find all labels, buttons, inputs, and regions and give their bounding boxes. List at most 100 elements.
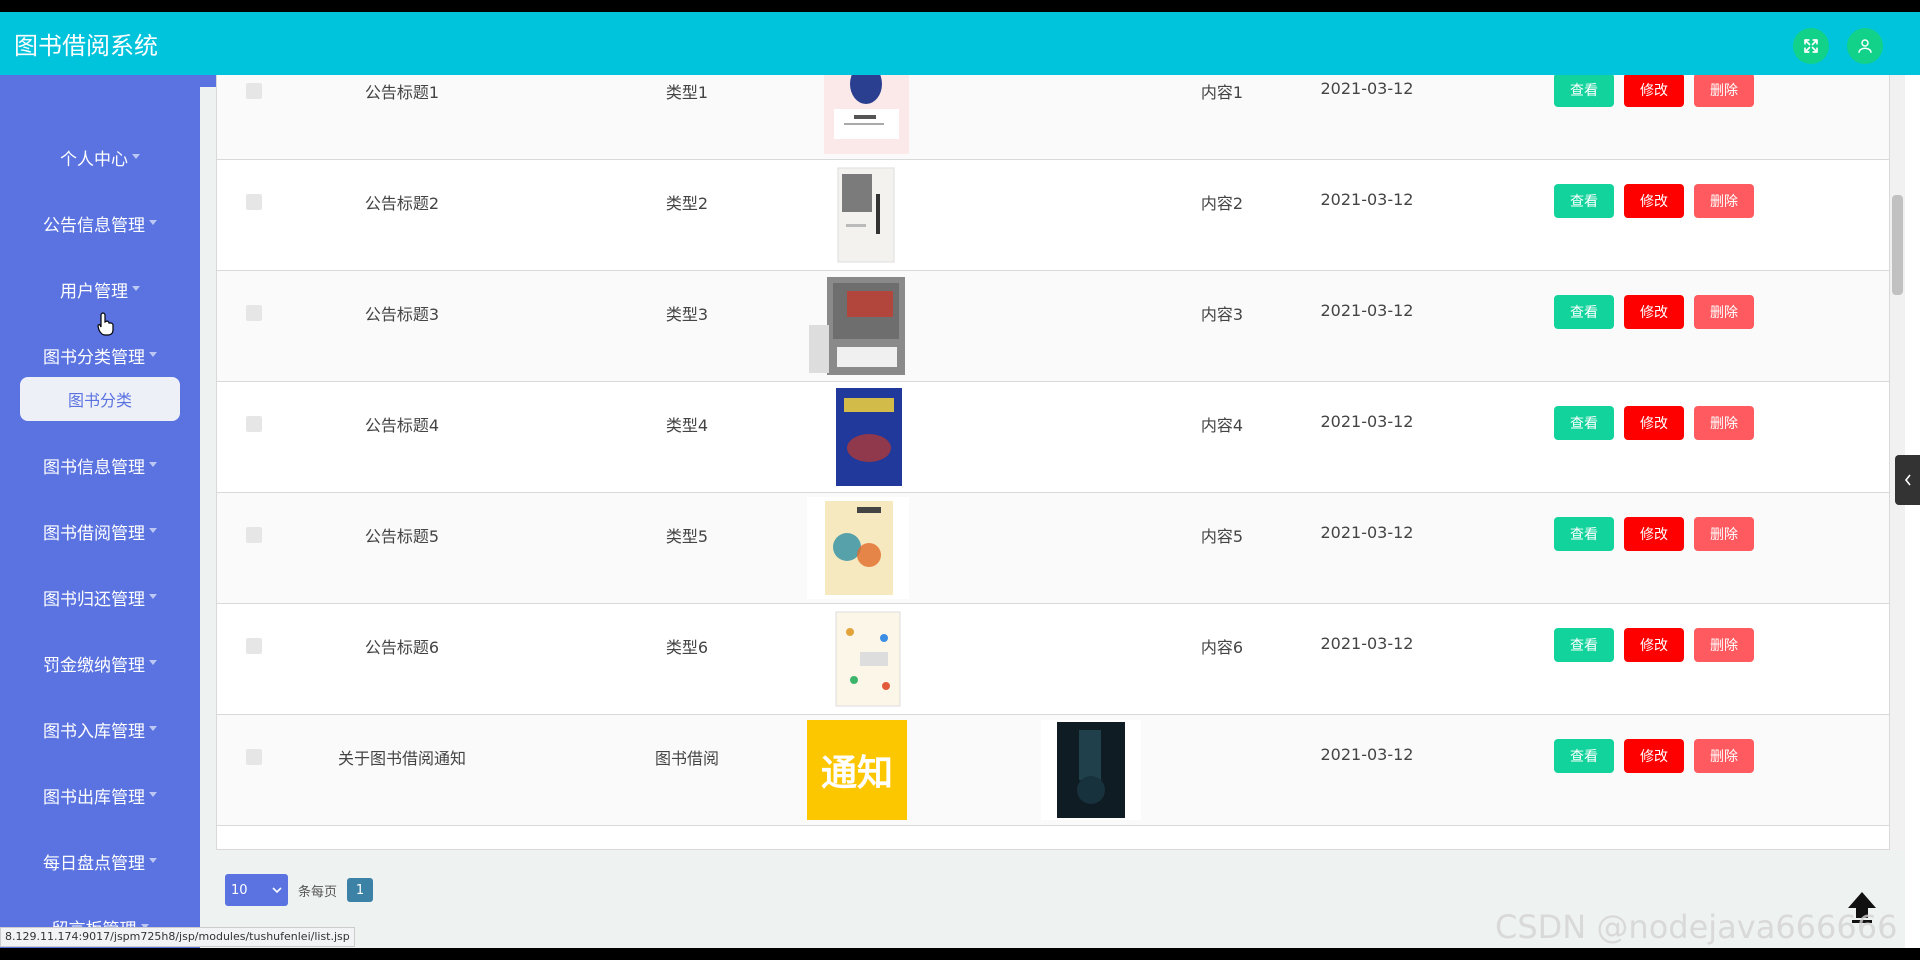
sidebar-item-inventory[interactable]: 每日盘点管理	[0, 841, 200, 881]
cell-type: 类型1	[665, 83, 709, 102]
user-icon[interactable]	[1847, 28, 1883, 64]
row-checkbox[interactable]	[246, 638, 262, 654]
book-cover-image	[807, 497, 909, 599]
cell-type: 图书借阅	[654, 749, 719, 768]
view-button[interactable]: 查看	[1554, 295, 1614, 329]
cell-date: 2021-03-12	[1320, 745, 1414, 764]
view-button[interactable]: 查看	[1554, 184, 1614, 218]
caret-down-icon	[132, 285, 140, 291]
cell-date: 2021-03-12	[1320, 412, 1414, 431]
sidebar-item-label: 罚金缴纳管理	[43, 655, 145, 676]
edit-button[interactable]: 修改	[1624, 75, 1684, 107]
side-panel-toggle[interactable]	[1895, 455, 1920, 505]
table-row: 公告标题3 类型3 内容3 2021-03-12 查看 修改 删除	[217, 271, 1889, 382]
edit-button[interactable]: 修改	[1624, 184, 1684, 218]
book-cover-image	[824, 608, 909, 710]
row-checkbox[interactable]	[246, 83, 262, 99]
sidebar-item-fine[interactable]: 罚金缴纳管理	[0, 643, 200, 683]
per-page-label: 条每页	[298, 884, 338, 900]
table-row: 公告标题4 类型4 内容4 2021-03-12 查看 修改 删除	[217, 382, 1889, 493]
sidebar-item-stock-out[interactable]: 图书出库管理	[0, 775, 200, 815]
edit-button[interactable]: 修改	[1624, 517, 1684, 551]
sidebar-item-label: 图书信息管理	[43, 457, 145, 478]
caret-down-icon	[149, 219, 157, 225]
delete-button[interactable]: 删除	[1694, 628, 1754, 662]
view-button[interactable]: 查看	[1554, 75, 1614, 107]
delete-button[interactable]: 删除	[1694, 75, 1754, 107]
page-size-select[interactable]: 10	[225, 874, 288, 906]
sidebar: 个人中心 公告信息管理 用户管理 图书分类管理 图书分类 图书信息管理 图书借阅…	[0, 87, 200, 948]
row-checkbox[interactable]	[246, 527, 262, 543]
sidebar-item-label: 图书借阅管理	[43, 523, 145, 544]
cell-title: 公告标题6	[364, 638, 440, 657]
view-button[interactable]: 查看	[1554, 517, 1614, 551]
view-button[interactable]: 查看	[1554, 628, 1614, 662]
app-title: 图书借阅系统	[14, 32, 158, 60]
sidebar-item-label: 图书归还管理	[43, 589, 145, 610]
caret-down-icon	[149, 461, 157, 467]
row-checkbox[interactable]	[246, 416, 262, 432]
sidebar-item-personal-center[interactable]: 个人中心	[0, 137, 200, 177]
top-header: 图书借阅系统	[0, 12, 1920, 75]
table-row: 公告标题1 类型1 内容1 2021-03-12 查看 修改 删除	[217, 75, 1889, 160]
delete-button[interactable]: 删除	[1694, 406, 1754, 440]
cell-type: 类型5	[665, 527, 709, 546]
sidebar-item-return[interactable]: 图书归还管理	[0, 577, 200, 617]
view-button[interactable]: 查看	[1554, 406, 1614, 440]
sidebar-item-borrow[interactable]: 图书借阅管理	[0, 511, 200, 551]
caret-down-icon	[149, 857, 157, 863]
delete-button[interactable]: 删除	[1694, 295, 1754, 329]
cell-title: 公告标题3	[364, 305, 440, 324]
sidebar-item-label: 图书入库管理	[43, 721, 145, 742]
caret-down-icon	[132, 153, 140, 159]
edit-button[interactable]: 修改	[1624, 739, 1684, 773]
cell-type: 类型3	[665, 305, 709, 324]
edit-button[interactable]: 修改	[1624, 406, 1684, 440]
cell-title: 关于图书借阅通知	[337, 749, 466, 768]
row-checkbox[interactable]	[246, 305, 262, 321]
caret-down-icon	[149, 725, 157, 731]
sidebar-item-book-info[interactable]: 图书信息管理	[0, 445, 200, 485]
cell-date: 2021-03-12	[1320, 634, 1414, 653]
sidebar-item-label: 公告信息管理	[43, 215, 145, 236]
caret-down-icon	[149, 659, 157, 665]
book-cover-image	[807, 275, 909, 377]
pagination: 10 条每页 1	[225, 874, 374, 906]
page-size-value: 10	[231, 882, 248, 898]
sidebar-item-notice[interactable]: 公告信息管理	[0, 203, 200, 243]
sidebar-item-users[interactable]: 用户管理	[0, 269, 200, 309]
sidebar-item-label: 每日盘点管理	[43, 853, 145, 874]
edit-button[interactable]: 修改	[1624, 628, 1684, 662]
sidebar-item-stock-in[interactable]: 图书入库管理	[0, 709, 200, 749]
table-row: 公告标题5 类型5 内容5 2021-03-12 查看 修改 删除	[217, 493, 1889, 604]
delete-button[interactable]: 删除	[1694, 184, 1754, 218]
row-checkbox[interactable]	[246, 194, 262, 210]
watermark-text: CSDN @nodejava666666	[1495, 908, 1898, 946]
delete-button[interactable]: 删除	[1694, 517, 1754, 551]
cell-title: 公告标题2	[364, 194, 440, 213]
cell-title: 公告标题4	[364, 416, 440, 435]
sidebar-item-book-category[interactable]: 图书分类管理	[0, 335, 200, 375]
cell-type: 类型4	[665, 416, 709, 435]
table-row: 公告标题2 类型2 内容2 2021-03-12 查看 修改 删除	[217, 160, 1889, 271]
app-window: 图书借阅系统 个人中心 公告信息管理 用户管理 图书分类管理 图书分类 图书信息…	[0, 12, 1920, 948]
scrollbar-thumb[interactable]	[1892, 195, 1903, 295]
fullscreen-icon[interactable]	[1793, 28, 1829, 64]
hand-cursor-icon	[97, 312, 114, 336]
sidebar-subitem-book-category[interactable]: 图书分类	[20, 377, 180, 421]
edit-button[interactable]: 修改	[1624, 295, 1684, 329]
cell-title: 公告标题5	[364, 527, 440, 546]
book-cover-image	[824, 164, 909, 266]
view-button[interactable]: 查看	[1554, 739, 1614, 773]
delete-button[interactable]: 删除	[1694, 739, 1754, 773]
book-cover-image	[824, 386, 909, 488]
cell-type: 类型6	[665, 638, 709, 657]
caret-down-icon	[149, 791, 157, 797]
table-row: 关于图书借阅通知 图书借阅 通知 2021-03-12 查看 修改 删除	[217, 715, 1889, 826]
status-bar-url: 8.129.11.174:9017/jspm725h8/jsp/modules/…	[0, 927, 355, 947]
page-number-button[interactable]: 1	[347, 878, 374, 902]
cell-title: 公告标题1	[364, 83, 440, 102]
row-checkbox[interactable]	[246, 749, 262, 765]
caret-down-icon	[149, 351, 157, 357]
data-table: 公告标题1 类型1 内容1 2021-03-12 查看 修改 删除 公告标题2 …	[216, 75, 1890, 850]
